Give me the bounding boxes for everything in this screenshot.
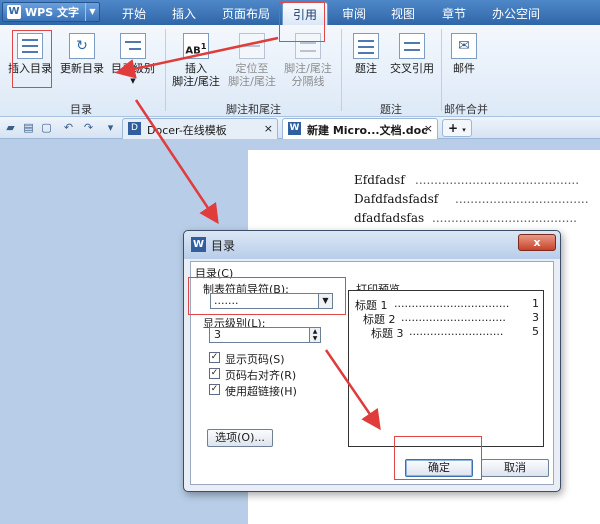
menu-review[interactable]: 审阅 xyxy=(342,5,366,22)
print-preview-icon[interactable]: ▢ xyxy=(40,121,53,134)
tab-bar: ▰ ▤ ▢ ↶ ↷ ▾ D Docer-在线模板 × W 新建 Micro...… xyxy=(0,117,600,151)
update-toc-button[interactable]: ↻ 更新目录 xyxy=(58,33,106,75)
insert-footnote-button[interactable]: AB1 插入 脚注/尾注 xyxy=(170,33,222,88)
app-menu-button[interactable]: W WPS 文字 ▼ xyxy=(2,2,100,22)
dot-leader: .............................. xyxy=(401,311,506,324)
chevron-down-icon[interactable]: ▾ xyxy=(104,121,117,134)
goto-footnote-icon xyxy=(239,33,265,59)
cancel-button[interactable]: 取消 xyxy=(481,459,549,477)
chevron-down-icon: ▼ xyxy=(85,3,99,21)
highlight-ok-button xyxy=(394,436,482,480)
options-button[interactable]: 选项(O)... xyxy=(207,429,273,447)
use-hyperlinks-label: 使用超链接(H) xyxy=(225,385,297,398)
right-align-checkbox[interactable]: ✓ 页码右对齐(R) xyxy=(209,367,296,383)
print-preview-pane: 标题 1 ................................. 1… xyxy=(348,290,544,447)
insert-footnote-label: 插入 xyxy=(185,62,207,75)
insert-footnote-label-2: 脚注/尾注 xyxy=(172,75,220,88)
divider xyxy=(165,29,166,111)
divider xyxy=(341,29,342,111)
dot-leader: ................................. xyxy=(394,297,510,310)
close-button[interactable]: x xyxy=(518,234,556,251)
tab-docer-label: Docer-在线模板 xyxy=(147,124,227,137)
level-value: 3 xyxy=(214,328,221,341)
dialog-title: 目录 xyxy=(211,239,236,253)
toc-level-label: 目录级别 xyxy=(111,62,155,75)
refresh-icon: ↻ xyxy=(69,33,95,59)
show-page-numbers-checkbox[interactable]: ✓ 显示页码(S) xyxy=(209,351,285,367)
highlight-references-tab xyxy=(279,2,325,42)
goto-footnote-label-2: 脚注/尾注 xyxy=(228,75,276,88)
mail-group-label: 邮件合并 xyxy=(444,103,488,116)
caption-button[interactable]: 题注 xyxy=(348,33,384,75)
level-stepper[interactable]: 3 ▲ ▼ xyxy=(209,327,321,343)
chevron-down-icon: ▼ xyxy=(130,77,136,85)
tab-document[interactable]: W 新建 Micro...文档.doc * × xyxy=(282,118,438,151)
menu-page-layout[interactable]: 页面布局 xyxy=(222,5,270,22)
toc-level-icon xyxy=(120,33,146,59)
preview-page-3: 5 xyxy=(532,325,539,338)
update-toc-label: 更新目录 xyxy=(60,62,104,75)
menu-insert[interactable]: 插入 xyxy=(172,5,196,22)
cross-reference-label: 交叉引用 xyxy=(390,62,434,75)
mail-label: 邮件 xyxy=(453,62,475,75)
check-icon: ✓ xyxy=(209,384,220,395)
undo-icon[interactable]: ↶ xyxy=(62,121,75,134)
menu-chapter[interactable]: 章节 xyxy=(442,5,466,22)
docer-icon: D xyxy=(128,122,141,135)
caption-icon xyxy=(353,33,379,59)
document-line: Dafdfadsfadsf xyxy=(354,192,439,206)
redo-icon[interactable]: ↷ xyxy=(82,121,95,134)
caption-group-label: 题注 xyxy=(380,103,402,116)
footnote-icon: AB1 xyxy=(183,33,209,59)
word-doc-icon: W xyxy=(288,122,301,135)
plus-icon: + xyxy=(448,121,459,135)
close-icon[interactable]: × xyxy=(264,122,273,135)
footnote-group-label: 脚注和尾注 xyxy=(226,103,281,116)
caption-label: 题注 xyxy=(355,62,377,75)
preview-page-1: 1 xyxy=(532,297,539,310)
check-icon: ✓ xyxy=(209,352,220,363)
cross-reference-button[interactable]: 交叉引用 xyxy=(388,33,436,75)
dot-leader: ................................... xyxy=(455,192,589,206)
highlight-leader-field xyxy=(188,277,346,315)
highlight-insert-toc xyxy=(12,30,52,88)
envelope-icon: ✉ xyxy=(451,33,477,59)
spin-arrows-icon: ▲ ▼ xyxy=(309,328,320,342)
dot-leader: ........................... xyxy=(409,325,504,338)
document-line: dfadfadsfas xyxy=(354,211,425,225)
document-line: Efdfadsf xyxy=(354,173,405,187)
menu-view[interactable]: 视图 xyxy=(391,5,415,22)
mail-button[interactable]: ✉ 邮件 xyxy=(446,33,482,75)
toc-level-button[interactable]: 目录级别 ▼ xyxy=(108,33,158,88)
tab-docer[interactable]: D Docer-在线模板 × xyxy=(122,118,278,139)
menu-home[interactable]: 开始 xyxy=(122,5,146,22)
app-name: WPS 文字 xyxy=(25,6,79,19)
dot-leader: ...................................... xyxy=(432,211,577,225)
goto-footnote-button[interactable]: 定位至 脚注/尾注 xyxy=(226,33,278,88)
toc-group-label: 目录 xyxy=(70,103,92,116)
dialog-title-bar[interactable]: W 目录 x xyxy=(184,231,560,259)
wps-logo-icon: W xyxy=(7,5,21,19)
open-folder-icon[interactable]: ▰ xyxy=(4,121,17,134)
wps-logo-icon: W xyxy=(191,237,206,252)
menu-office-space[interactable]: 办公空间 xyxy=(492,5,540,22)
dot-leader: ........................................… xyxy=(415,173,580,187)
right-align-label: 页码右对齐(R) xyxy=(225,369,297,382)
use-hyperlinks-checkbox[interactable]: ✓ 使用超链接(H) xyxy=(209,383,297,399)
new-tab-button[interactable]: + ▾ xyxy=(442,119,472,137)
show-page-numbers-label: 显示页码(S) xyxy=(225,353,285,366)
preview-heading-3: 标题 3 xyxy=(371,327,404,340)
divider xyxy=(441,29,442,111)
print-icon[interactable]: ▤ xyxy=(22,121,35,134)
goto-footnote-label: 定位至 xyxy=(235,62,269,75)
close-icon[interactable]: × xyxy=(424,122,433,135)
chevron-down-icon: ▾ xyxy=(462,126,466,134)
footnote-separator-label-2: 分隔线 xyxy=(291,75,325,88)
cross-reference-icon xyxy=(399,33,425,59)
footnote-separator-label: 脚注/尾注 xyxy=(284,62,332,75)
preview-page-2: 3 xyxy=(532,311,539,324)
check-icon: ✓ xyxy=(209,368,220,379)
